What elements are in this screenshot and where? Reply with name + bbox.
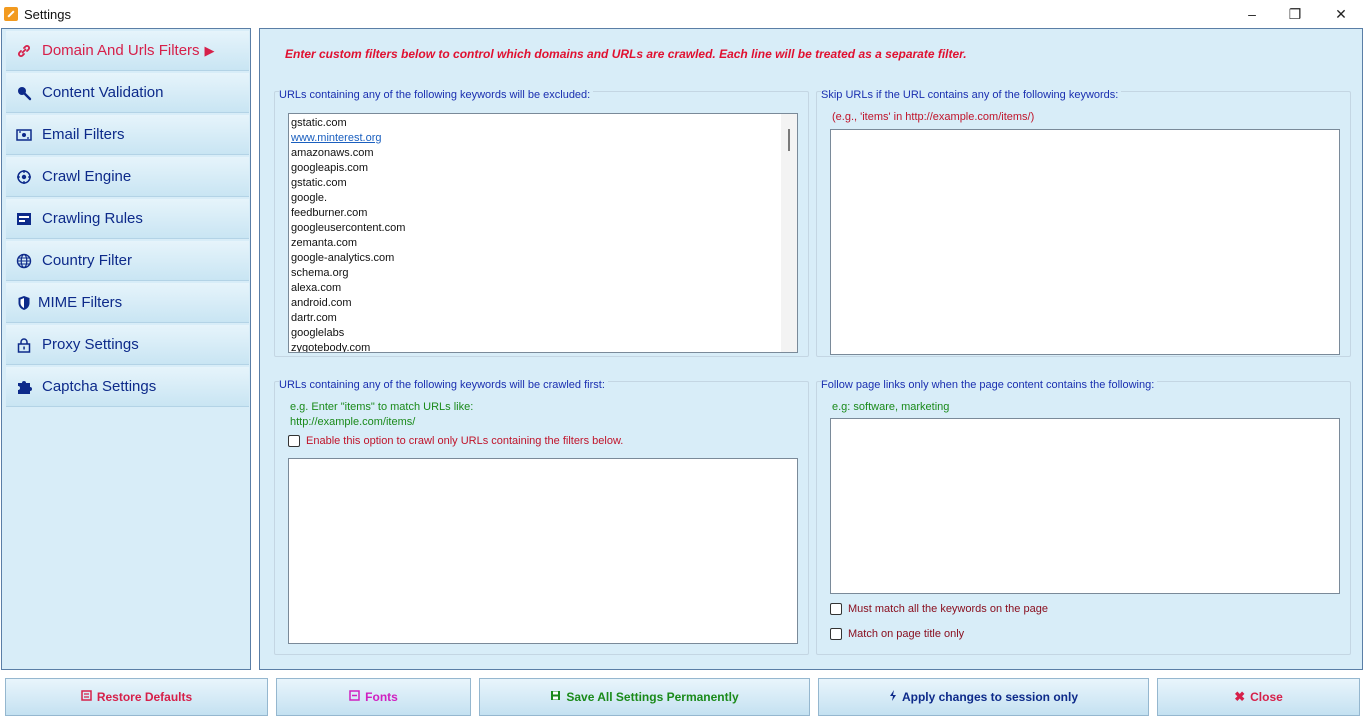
list-item: google. xyxy=(291,192,328,204)
lightning-icon xyxy=(889,690,897,704)
sidebar-item-country-filter[interactable]: Country Filter xyxy=(6,241,249,281)
list-item: alexa.com xyxy=(291,282,342,294)
app-icon xyxy=(4,7,18,21)
list-item: schema.org xyxy=(291,267,349,279)
minimize-button[interactable]: – xyxy=(1240,4,1264,24)
sidebar-item-mime-filters[interactable]: MIME Filters xyxy=(6,283,249,323)
match-title-only-label: Match on page title only xyxy=(848,628,965,640)
maximize-button[interactable]: ❐ xyxy=(1283,4,1307,24)
crawl-only-filtered-checkbox[interactable] xyxy=(288,435,300,447)
list-item[interactable]: www.minterest.org xyxy=(291,131,795,146)
window-title: Settings xyxy=(24,7,71,22)
list-item: googleusercontent.com xyxy=(291,222,406,234)
close-label: Close xyxy=(1250,690,1283,704)
crawl-first-hint-url: http://example.com/items/ xyxy=(290,416,416,428)
sidebar-item-label: Crawling Rules xyxy=(42,210,143,227)
sidebar-item-crawling-rules[interactable]: Crawling Rules xyxy=(6,199,249,239)
match-all-keywords-row[interactable]: Must match all the keywords on the page xyxy=(830,603,1048,615)
puzzle-icon xyxy=(15,378,33,396)
skip-keywords-hint: (e.g., 'items' in http://example.com/ite… xyxy=(832,111,1035,123)
fonts-icon xyxy=(349,690,360,704)
sidebar-item-crawl-engine[interactable]: Crawl Engine xyxy=(6,157,249,197)
follow-links-title: Follow page links only when the page con… xyxy=(821,379,1158,391)
list-item: dartr.com xyxy=(291,312,337,324)
sidebar-item-domain-urls-filters[interactable]: Domain And Urls Filters ▶ xyxy=(6,31,249,71)
sidebar-item-label: Domain And Urls Filters xyxy=(42,42,200,59)
crawl-only-filtered-label: Enable this option to crawl only URLs co… xyxy=(306,435,624,447)
apply-session-label: Apply changes to session only xyxy=(901,690,1079,704)
sidebar-item-proxy-settings[interactable]: Proxy Settings xyxy=(6,325,249,365)
sidebar-item-captcha-settings[interactable]: Captcha Settings xyxy=(6,367,249,407)
sidebar-item-content-validation[interactable]: Content Validation xyxy=(6,73,249,113)
sidebar-item-label: Email Filters xyxy=(42,126,125,143)
active-arrow-icon: ▶ xyxy=(204,42,215,58)
skip-keywords-title: Skip URLs if the URL contains any of the… xyxy=(821,89,1122,101)
crawl-first-hint: e.g. Enter "items" to match URLs like: xyxy=(290,401,474,413)
sidebar-item-label: Content Validation xyxy=(42,84,164,101)
list-item: zygotebody.com xyxy=(291,342,371,353)
follow-links-textarea[interactable] xyxy=(830,418,1340,594)
close-button[interactable]: ✖ Close xyxy=(1157,678,1360,716)
sidebar-item-label: Country Filter xyxy=(42,252,133,269)
excluded-keywords-textarea[interactable]: gstatic.com www.minterest.org amazonaws.… xyxy=(288,113,798,353)
follow-links-group: Follow page links only when the page con… xyxy=(816,379,1351,655)
skip-keywords-textarea[interactable] xyxy=(830,129,1340,355)
restore-icon xyxy=(81,690,92,704)
excluded-keywords-title: URLs containing any of the following key… xyxy=(279,89,594,101)
fonts-label: Fonts xyxy=(365,690,398,704)
excluded-keywords-group: URLs containing any of the following key… xyxy=(274,89,809,357)
crawl-first-title: URLs containing any of the following key… xyxy=(279,379,608,391)
skip-keywords-group: Skip URLs if the URL contains any of the… xyxy=(816,89,1351,357)
close-window-button[interactable]: ✕ xyxy=(1329,4,1353,24)
scrollbar-thumb[interactable] xyxy=(788,129,790,151)
link-icon xyxy=(15,42,33,60)
save-all-settings-label: Save All Settings Permanently xyxy=(566,690,739,704)
match-all-keywords-label: Must match all the keywords on the page xyxy=(848,603,1048,615)
mail-icon xyxy=(15,126,33,144)
engine-icon xyxy=(15,168,33,186)
sidebar-item-label: Proxy Settings xyxy=(42,336,139,353)
vertical-scrollbar[interactable] xyxy=(781,114,797,352)
list-item: feedburner.com xyxy=(291,207,368,219)
sidebar-item-label: Captcha Settings xyxy=(42,378,157,395)
filters-panel: Enter custom filters below to control wh… xyxy=(259,28,1363,670)
sidebar-item-email-filters[interactable]: Email Filters xyxy=(6,115,249,155)
restore-defaults-button[interactable]: Restore Defaults xyxy=(5,678,268,716)
list-item: gstatic.com xyxy=(291,177,347,189)
match-title-only-checkbox[interactable] xyxy=(830,628,842,640)
list-item: google-analytics.com xyxy=(291,252,395,264)
save-icon xyxy=(550,690,561,704)
shield-icon xyxy=(15,294,33,312)
globe-icon xyxy=(15,252,33,270)
intro-text: Enter custom filters below to control wh… xyxy=(285,47,967,61)
follow-links-hint: e.g: software, marketing xyxy=(832,401,950,413)
save-all-settings-button[interactable]: Save All Settings Permanently xyxy=(479,678,810,716)
sidebar-item-label: Crawl Engine xyxy=(42,168,132,185)
lock-icon xyxy=(15,336,33,354)
match-title-only-row[interactable]: Match on page title only xyxy=(830,628,964,640)
fonts-button[interactable]: Fonts xyxy=(276,678,471,716)
list-item: zemanta.com xyxy=(291,237,358,249)
sidebar: Domain And Urls Filters ▶ Content Valida… xyxy=(1,28,251,670)
magnifier-icon xyxy=(15,84,33,102)
crawl-first-group: URLs containing any of the following key… xyxy=(274,379,809,655)
title-bar: Settings – ❐ ✕ xyxy=(0,0,1364,28)
match-all-keywords-checkbox[interactable] xyxy=(830,603,842,615)
crawl-first-textarea[interactable] xyxy=(288,458,798,644)
close-icon: ✖ xyxy=(1234,689,1246,704)
apply-session-button[interactable]: Apply changes to session only xyxy=(818,678,1149,716)
sidebar-item-label: MIME Filters xyxy=(38,294,123,311)
list-item: gstatic.com xyxy=(291,117,347,129)
list-item: android.com xyxy=(291,297,352,309)
rules-icon xyxy=(15,210,33,228)
restore-defaults-label: Restore Defaults xyxy=(96,690,193,704)
crawl-only-filtered-checkbox-row[interactable]: Enable this option to crawl only URLs co… xyxy=(288,435,623,447)
list-item: googleapis.com xyxy=(291,162,369,174)
list-item: amazonaws.com xyxy=(291,147,374,159)
list-item: googlelabs xyxy=(291,327,345,339)
